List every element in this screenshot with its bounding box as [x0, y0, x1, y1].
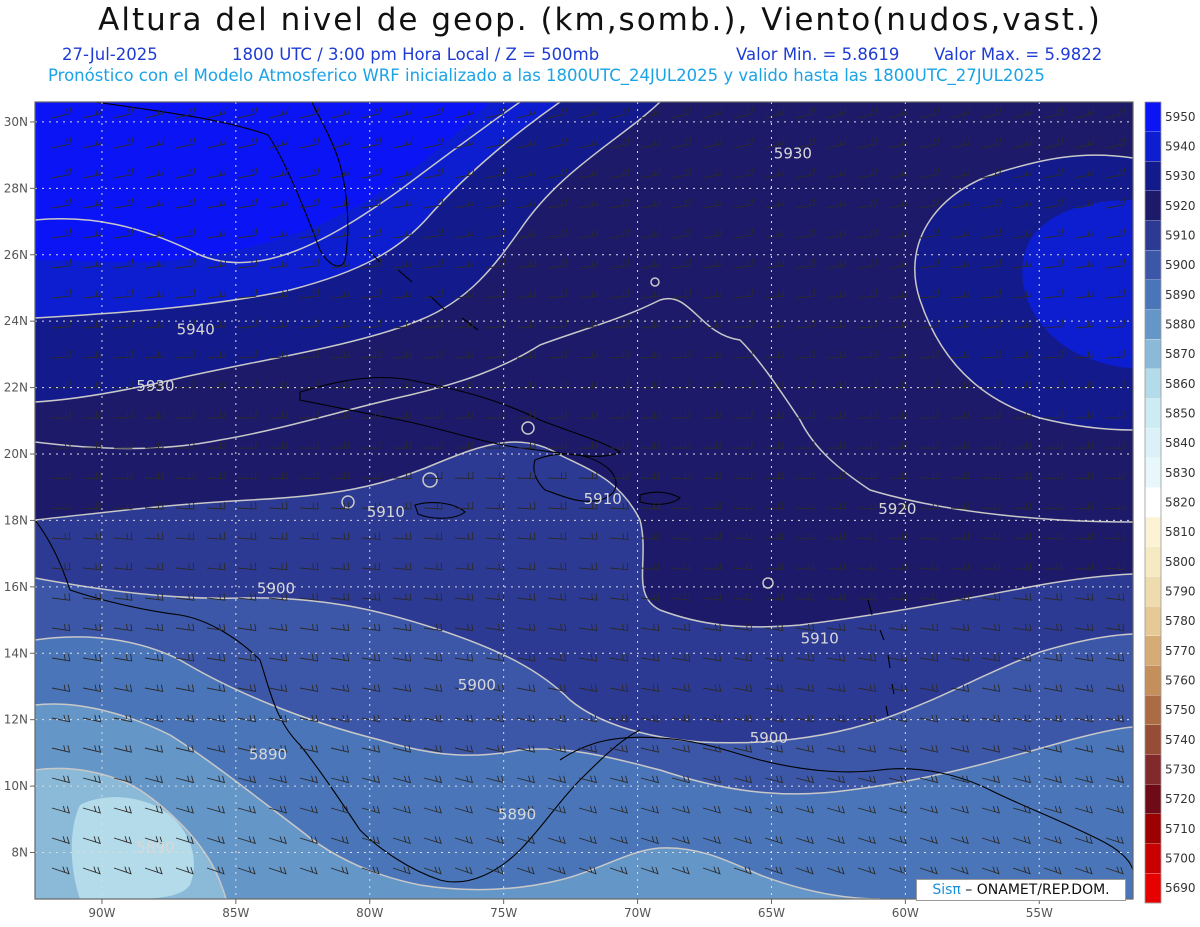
lon-tick-label: 80W — [356, 906, 383, 920]
lat-tick-label: 24N — [4, 314, 28, 328]
contour-label: 5900 — [257, 579, 295, 597]
colorbar-label: 5840 — [1165, 436, 1196, 450]
colorbar-swatch — [1145, 369, 1161, 399]
colorbar-swatch — [1145, 458, 1161, 488]
credit-box: Sisπ – ONAMET/REP.DOM. — [916, 879, 1126, 901]
colorbar-label: 5860 — [1165, 377, 1196, 391]
colorbar-label: 5720 — [1165, 792, 1196, 806]
colorbar-label: 5740 — [1165, 733, 1196, 747]
colorbar-swatch — [1145, 220, 1161, 251]
contour-label: 5900 — [750, 729, 788, 747]
colorbar-swatch — [1145, 517, 1161, 548]
colorbar-swatch — [1145, 814, 1161, 844]
colorbar-label: 5950 — [1165, 110, 1196, 124]
colorbar-label: 5750 — [1165, 703, 1196, 717]
lon-tick-label: 75W — [490, 906, 517, 920]
colorbar-swatch — [1145, 398, 1161, 429]
colorbar-label: 5900 — [1165, 258, 1196, 272]
colorbar-swatch — [1145, 843, 1161, 874]
colorbar-swatch — [1145, 487, 1161, 518]
colorbar-label: 5710 — [1165, 822, 1196, 836]
colorbar-label: 5700 — [1165, 852, 1196, 866]
colorbar-swatch — [1145, 250, 1161, 281]
colorbar-label: 5810 — [1165, 525, 1196, 539]
credit-brand: Sisπ — [932, 882, 961, 898]
contour-label: 5910 — [584, 490, 622, 508]
colorbar-swatch — [1145, 191, 1161, 221]
lon-tick-label: 55W — [1026, 906, 1053, 920]
colorbar-swatch — [1145, 547, 1161, 577]
contour-label: 5940 — [177, 320, 215, 338]
credit-text: – ONAMET/REP.DOM. — [960, 882, 1110, 898]
contour-label: 5890 — [498, 805, 536, 823]
colorbar-label: 5870 — [1165, 347, 1196, 361]
colorbar-swatch — [1145, 339, 1161, 370]
colorbar-label: 5930 — [1165, 169, 1196, 183]
colorbar-label: 5690 — [1165, 881, 1196, 895]
contour-label: 5910 — [367, 503, 405, 521]
lon-tick-label: 85W — [222, 906, 249, 920]
colorbar-label: 5760 — [1165, 674, 1196, 688]
contour-label: 5890 — [136, 839, 174, 857]
colorbar-label: 5910 — [1165, 229, 1196, 243]
geopotential-map: 5930 5940 5930 5910 5910 5920 5900 5910 5900 5900… — [4, 101, 1196, 920]
colorbar-swatch — [1145, 309, 1161, 340]
colorbar-label: 5780 — [1165, 614, 1196, 628]
lat-tick-label: 8N — [11, 846, 28, 860]
colorbar-label: 5790 — [1165, 585, 1196, 599]
colorbar-swatch — [1145, 576, 1161, 607]
contour-label: 5930 — [136, 377, 174, 395]
colorbar-label: 5800 — [1165, 555, 1196, 569]
lat-tick-label: 26N — [4, 248, 28, 262]
colorbar-swatch — [1145, 725, 1161, 755]
lat-tick-label: 18N — [4, 513, 28, 527]
colorbar-swatch — [1145, 695, 1161, 726]
contour-label: 5910 — [801, 629, 839, 647]
colorbar-swatch — [1145, 636, 1161, 666]
lat-tick-label: 14N — [4, 646, 28, 660]
contour-label: 5890 — [249, 746, 287, 764]
colorbar-label: 5850 — [1165, 407, 1196, 421]
lat-tick-label: 16N — [4, 580, 28, 594]
lat-tick-label: 28N — [4, 181, 28, 195]
contour-label: 5930 — [774, 144, 812, 162]
colorbar-swatch — [1145, 754, 1161, 785]
colorbar-label: 5940 — [1165, 140, 1196, 154]
lat-tick-label: 10N — [4, 779, 28, 793]
lat-tick-label: 20N — [4, 447, 28, 461]
lon-tick-label: 70W — [624, 906, 651, 920]
lat-tick-label: 30N — [4, 115, 28, 129]
contour-label: 5920 — [878, 500, 916, 518]
colorbar-label: 5770 — [1165, 644, 1196, 658]
colorbar: 5950 5940 5930 5920 5910 5900 5890 5880 5870 5860… — [1144, 101, 1196, 904]
lat-tick-label: 12N — [4, 713, 28, 727]
colorbar-swatch — [1145, 161, 1161, 192]
colorbar-swatch — [1145, 428, 1161, 459]
colorbar-swatch — [1145, 606, 1161, 637]
colorbar-swatch — [1145, 784, 1161, 815]
colorbar-label: 5880 — [1165, 318, 1196, 332]
lon-tick-label: 60W — [892, 906, 919, 920]
lat-tick-label: 22N — [4, 381, 28, 395]
lon-tick-label: 90W — [88, 906, 115, 920]
colorbar-label: 5890 — [1165, 288, 1196, 302]
colorbar-label: 5920 — [1165, 199, 1196, 213]
colorbar-swatch — [1145, 873, 1161, 904]
contour-label: 5900 — [458, 676, 496, 694]
colorbar-label: 5820 — [1165, 496, 1196, 510]
colorbar-label: 5830 — [1165, 466, 1196, 480]
colorbar-label: 5730 — [1165, 763, 1196, 777]
colorbar-swatch — [1145, 102, 1161, 132]
colorbar-swatch — [1145, 280, 1161, 310]
lon-tick-label: 65W — [758, 906, 785, 920]
colorbar-swatch — [1145, 131, 1161, 162]
colorbar-swatch — [1145, 665, 1161, 696]
